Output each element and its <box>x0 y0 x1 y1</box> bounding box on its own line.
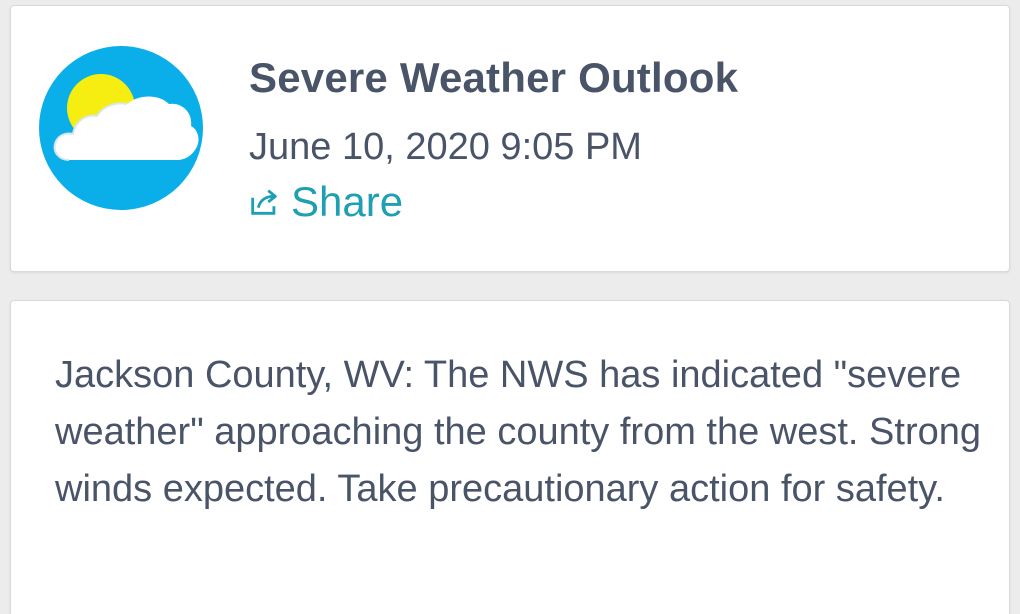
post-header-card: Severe Weather Outlook June 10, 2020 9:0… <box>10 5 1010 272</box>
share-icon <box>251 189 277 215</box>
sun-behind-cloud-icon <box>39 46 203 210</box>
share-label: Share <box>291 178 404 225</box>
notification-page: Severe Weather Outlook June 10, 2020 9:0… <box>0 0 1020 614</box>
message-card: Jackson County, WV: The NWS has indicate… <box>10 300 1010 614</box>
share-button[interactable]: Share <box>247 178 403 226</box>
post-title: Severe Weather Outlook <box>249 54 739 101</box>
post-datetime: June 10, 2020 9:05 PM <box>249 126 642 168</box>
alert-message: Jackson County, WV: The NWS has indicate… <box>55 354 982 510</box>
